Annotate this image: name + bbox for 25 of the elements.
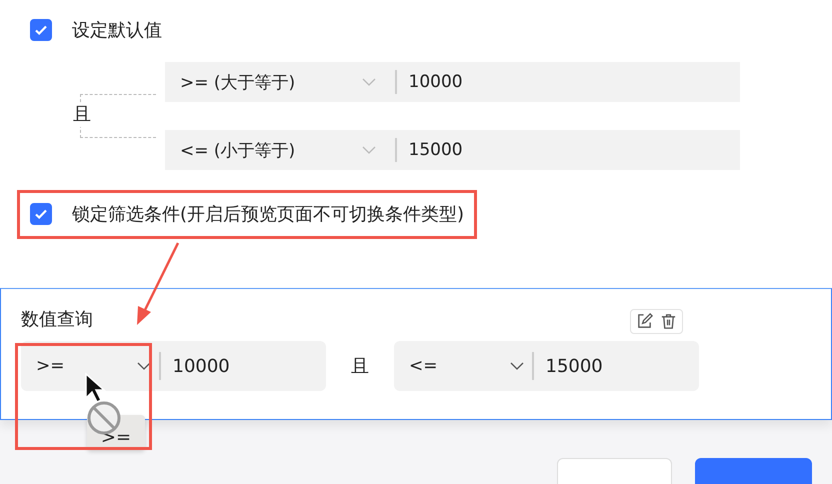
condition-field[interactable]: >= (大于等于) 10000 bbox=[165, 62, 740, 102]
checkbox-label: 锁定筛选条件(开启后预览页面不可切换条件类型) bbox=[72, 203, 464, 226]
checkmark-icon bbox=[34, 207, 48, 221]
operator-select[interactable]: <= (小于等于) bbox=[165, 138, 360, 162]
value-input[interactable]: 10000 bbox=[172, 356, 230, 376]
edit-icon[interactable] bbox=[636, 313, 653, 330]
chevron-icon bbox=[362, 78, 376, 86]
delete-icon[interactable] bbox=[660, 313, 677, 330]
value-input[interactable]: 10000 bbox=[408, 72, 463, 92]
checkbox[interactable] bbox=[30, 203, 52, 225]
operator-select[interactable]: <= bbox=[394, 341, 524, 391]
checkmark-icon bbox=[34, 23, 48, 37]
value-input[interactable]: 15000 bbox=[408, 140, 463, 160]
checkbox-label: 设定默认值 bbox=[72, 19, 162, 42]
value-input[interactable]: 15000 bbox=[546, 356, 603, 376]
card-title: 数值查询 bbox=[21, 308, 93, 331]
operator-select[interactable]: >= (大于等于) bbox=[165, 70, 360, 94]
chevron-icon bbox=[510, 362, 524, 370]
chevron-icon bbox=[362, 146, 376, 154]
checkbox[interactable] bbox=[30, 19, 52, 41]
joiner-label: 且 bbox=[73, 103, 91, 127]
cursor-icon bbox=[84, 372, 106, 404]
joiner-label: 且 bbox=[351, 355, 369, 378]
chevron-icon bbox=[137, 362, 151, 370]
condition-field[interactable]: <= (小于等于) 15000 bbox=[165, 130, 740, 170]
